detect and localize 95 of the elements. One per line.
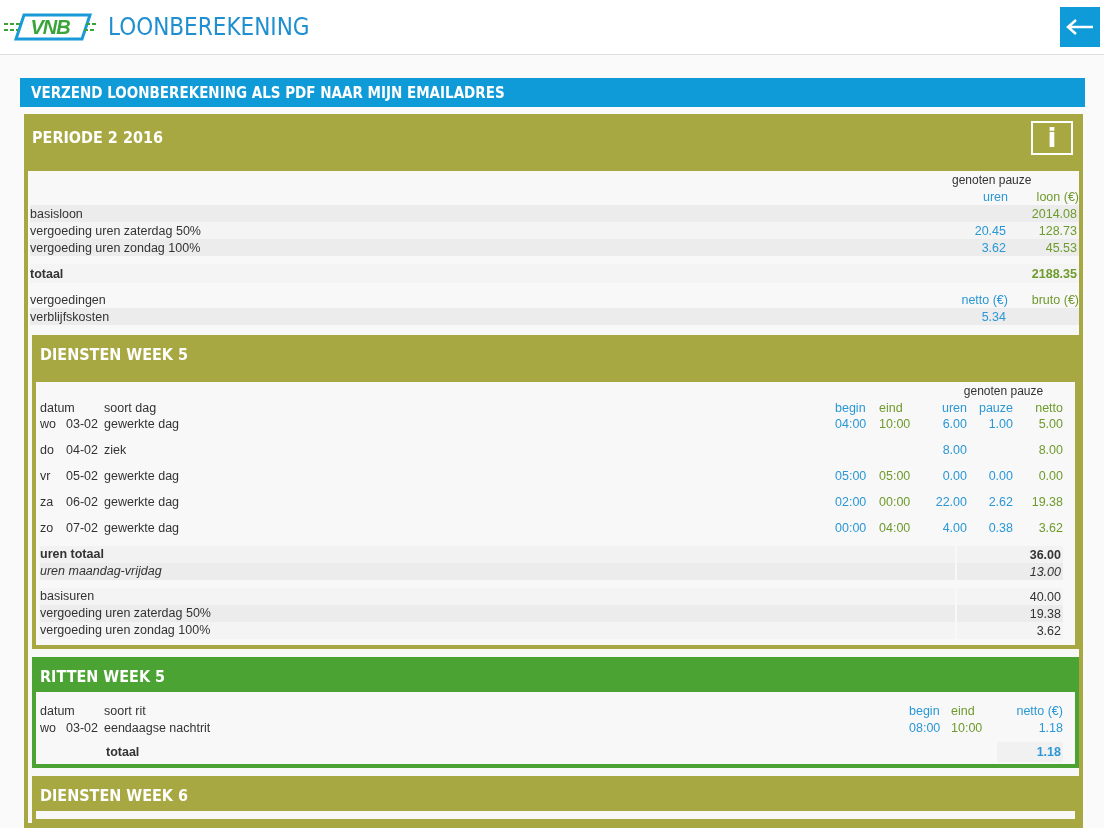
table-cell: 40.00: [1029, 589, 1061, 604]
table-cell: 45.53: [1045, 240, 1077, 255]
panel-title: DIENSTEN WEEK 6: [40, 786, 189, 805]
section-label: vergoedingen: [30, 292, 107, 307]
info-button[interactable]: i: [1031, 120, 1073, 155]
column-header: soort dag: [104, 400, 158, 415]
table-cell-text: 2.62: [987, 494, 1013, 511]
row-label: vergoeding uren zaterdag 50%: [30, 223, 202, 238]
column-header: bruto (€): [1030, 292, 1079, 307]
table-cell-text: 6.00: [941, 416, 967, 433]
table-cell-text: 05:00: [879, 468, 912, 485]
table-cell: 5.34: [981, 309, 1006, 324]
column-header: netto (€): [960, 292, 1008, 307]
column-header: pauze: [977, 400, 1013, 415]
total-value: 13.00: [1029, 564, 1061, 579]
table-cell-text: zo: [40, 520, 55, 537]
table-cell-text: 02:00: [835, 494, 868, 511]
table-cell-text: 04-02: [66, 442, 99, 459]
row-label: verblijfskosten: [30, 309, 111, 324]
table-cell-text: 00:00: [879, 494, 912, 511]
column-header: eind: [879, 400, 904, 415]
table-cell-text: 00:00: [835, 520, 868, 537]
table-cell-text: eendaagse nachtrit: [104, 720, 212, 735]
table-cell-text: 03-02: [66, 416, 99, 433]
table-cell-text: 5.00: [1037, 416, 1063, 433]
table-cell-text: 05:00: [835, 468, 868, 485]
table-cell-text: 04:00: [835, 416, 868, 433]
table-cell-text: 03-02: [66, 720, 99, 735]
total-label: totaal: [106, 745, 141, 759]
table-cell-text: gewerkte dag: [104, 468, 181, 485]
table-cell-text: gewerkte dag: [104, 416, 181, 433]
column-header: netto: [1034, 400, 1063, 415]
table-cell-text: 0.00: [941, 468, 967, 485]
table-cell-text: 04:00: [879, 520, 912, 537]
column-group-header: genoten pauze: [951, 172, 1033, 187]
column-header: netto (€): [1015, 703, 1063, 718]
column-header: loon (€): [1035, 189, 1079, 204]
total-value: 2188.35: [1031, 266, 1077, 281]
row-label: basisuren: [40, 588, 955, 605]
table-cell-text: 0.00: [1037, 468, 1063, 485]
panel-title: DIENSTEN WEEK 5: [40, 345, 189, 364]
table-cell-text: gewerkte dag: [104, 520, 181, 537]
table-cell: 2014.08: [1031, 206, 1077, 221]
table-cell-text: 10:00: [951, 720, 984, 735]
column-header: eind: [951, 703, 976, 718]
total-label: totaal: [30, 266, 65, 281]
row-label: vergoeding uren zondag 100%: [40, 622, 955, 639]
table-cell: 20.45: [974, 223, 1006, 238]
table-cell-text: 19.38: [1030, 494, 1063, 511]
column-group-header: genoten pauze: [962, 383, 1045, 398]
table-cell-text: wo: [40, 416, 57, 433]
table-cell-text: 08:00: [909, 720, 942, 735]
row-label: uren maandag-vrijdag: [40, 563, 955, 580]
page-title: LOONBEREKENING: [108, 13, 310, 41]
table-cell-text: za: [40, 494, 55, 511]
column-header: datum: [40, 703, 76, 718]
column-header: begin: [835, 400, 867, 415]
arrow-left-icon: [1066, 18, 1094, 36]
total-value: 1.18: [1036, 745, 1061, 759]
table-cell-text: gewerkte dag: [104, 494, 181, 511]
table-cell-text: 3.62: [1037, 520, 1063, 537]
table-cell-text: 07-02: [66, 520, 99, 537]
table-cell: 19.38: [1029, 606, 1061, 621]
back-button[interactable]: [1060, 7, 1100, 47]
table-cell-text: 10:00: [879, 416, 912, 433]
table-cell-text: 0.00: [987, 468, 1013, 485]
row-label: basisloon: [30, 206, 84, 221]
table-cell: 3.62: [981, 240, 1006, 255]
table-cell-text: 8.00: [941, 442, 967, 459]
table-cell-text: 05-02: [66, 468, 99, 485]
table-cell-text: vr: [40, 468, 52, 485]
table-cell-text: ziek: [104, 442, 128, 459]
column-header: soort rit: [104, 703, 147, 718]
table-cell-text: do: [40, 442, 55, 459]
panel-title: PERIODE 2 2016: [32, 128, 164, 147]
table-cell-text: wo: [40, 720, 57, 735]
panel-title: RITTEN WEEK 5: [40, 667, 167, 686]
column-header: uren: [981, 189, 1008, 204]
table-cell-text: 8.00: [1037, 442, 1063, 459]
table-cell-text: 1.00: [987, 416, 1013, 433]
column-header: datum: [40, 400, 76, 415]
row-label: vergoeding uren zondag 100%: [30, 240, 202, 255]
table-cell-text: 1.18: [1037, 720, 1063, 735]
table-cell-text: 22.00: [934, 494, 967, 511]
total-value: 36.00: [1029, 547, 1061, 562]
column-header: begin: [909, 703, 941, 718]
table-cell: 3.62: [1036, 623, 1061, 638]
table-cell-text: 06-02: [66, 494, 99, 511]
email-pdf-button[interactable]: VERZEND LOONBEREKENING ALS PDF NAAR MIJN EMAILADRES: [20, 78, 1085, 107]
column-header: uren: [940, 400, 967, 415]
row-label: vergoeding uren zaterdag 50%: [40, 605, 955, 622]
table-cell: 128.73: [1038, 223, 1077, 238]
row-label: uren totaal: [40, 546, 955, 563]
table-cell-text: 0.38: [987, 520, 1013, 537]
table-cell-text: 4.00: [941, 520, 967, 537]
